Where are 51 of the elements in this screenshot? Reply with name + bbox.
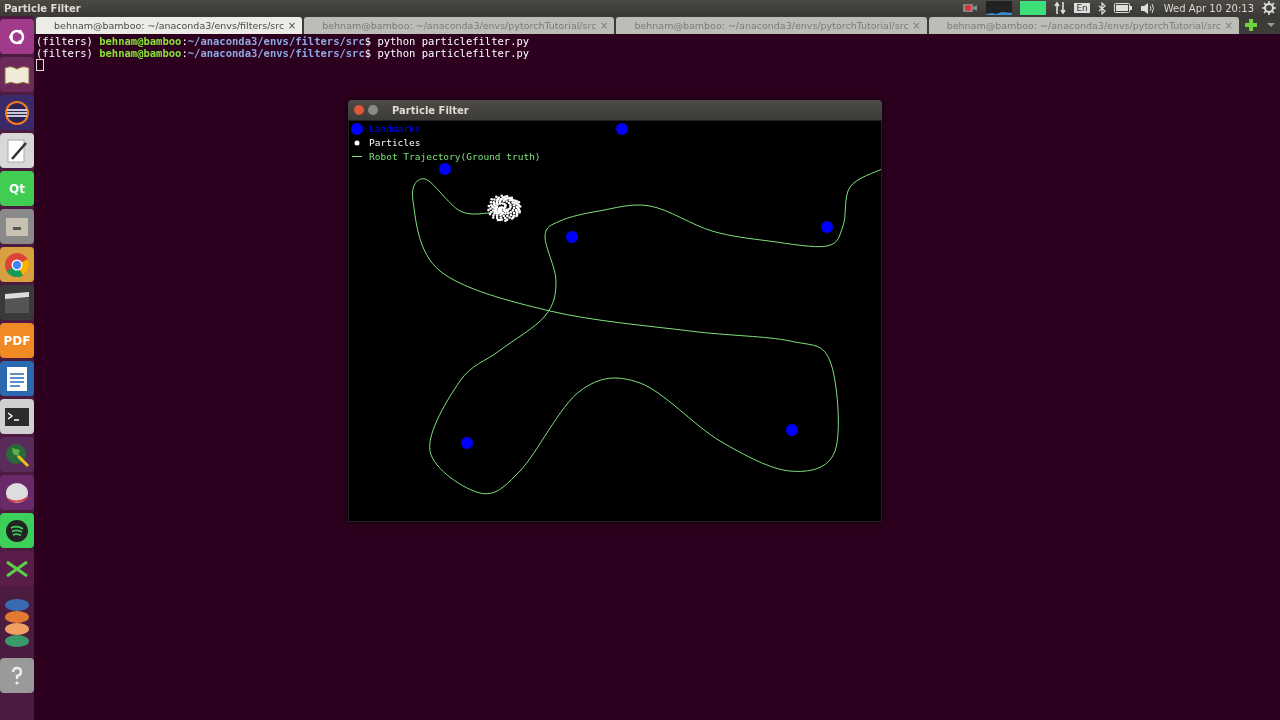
legend-label: Particles bbox=[369, 137, 421, 148]
window-title: Particle Filter bbox=[4, 2, 81, 14]
cpu-monitor-icon[interactable] bbox=[986, 1, 1013, 15]
text-cursor bbox=[36, 59, 44, 71]
terminal-line: (filters) behnam@bamboo:~/anaconda3/envs/filters/src$ python particlefilter.py bbox=[36, 36, 531, 48]
close-tab-button[interactable]: × bbox=[287, 20, 297, 31]
app-launcher-icon[interactable] bbox=[0, 513, 34, 548]
landmark-dot bbox=[821, 221, 833, 233]
app-launcher-icon[interactable] bbox=[0, 57, 34, 92]
network-icon[interactable] bbox=[1054, 1, 1067, 15]
memory-monitor-icon[interactable] bbox=[1020, 1, 1047, 15]
app-launcher-icon[interactable] bbox=[0, 475, 34, 510]
camera-icon[interactable] bbox=[962, 2, 979, 14]
bluetooth-icon[interactable] bbox=[1097, 1, 1106, 15]
legend-label: Robot Trajectory(Ground truth) bbox=[369, 151, 541, 162]
app-launcher-icon[interactable] bbox=[0, 551, 34, 586]
particle-cloud bbox=[487, 194, 522, 222]
landmark-dot bbox=[616, 123, 628, 135]
terminal-tab[interactable]: behnam@bamboo: ~/anaconda3/envs/pytorchTutorial/src × bbox=[616, 17, 927, 34]
app-launcher-icon[interactable] bbox=[0, 133, 34, 168]
window-title: Particle Filter bbox=[392, 104, 469, 116]
terminal-line: (filters) behnam@bamboo:~/anaconda3/envs/filters/src$ python particlefilter.py bbox=[36, 47, 531, 59]
clock[interactable]: Wed Apr 10 20:13 bbox=[1163, 2, 1254, 14]
help-launcher-icon[interactable] bbox=[0, 658, 34, 693]
legend-label: Landmarks bbox=[369, 123, 421, 134]
terminal-tab[interactable]: behnam@bamboo: ~/anaconda3/envs/pytorchTutorial/src × bbox=[304, 17, 615, 34]
volume-icon[interactable] bbox=[1139, 1, 1156, 15]
app-launcher-icon[interactable] bbox=[0, 437, 34, 472]
terminal-tab[interactable]: behnam@bamboo: ~/anaconda3/envs/filters/src × bbox=[36, 17, 303, 34]
landmark-dot bbox=[439, 163, 451, 175]
landmark-dot bbox=[786, 424, 798, 436]
terminal-tab[interactable]: behnam@bamboo: ~/anaconda3/envs/pytorchTutorial/src × bbox=[928, 17, 1239, 34]
keyboard-layout-indicator[interactable]: En bbox=[1074, 3, 1090, 13]
new-tab-icon[interactable] bbox=[1243, 18, 1258, 32]
app-launcher-icon[interactable]: PDF bbox=[0, 323, 34, 358]
app-launcher-icon[interactable] bbox=[0, 95, 34, 130]
close-tab-button[interactable]: × bbox=[912, 20, 921, 31]
app-launcher-icon[interactable] bbox=[0, 399, 34, 434]
app-launcher-icon[interactable]: Qt bbox=[0, 171, 34, 206]
close-tab-button[interactable]: × bbox=[1224, 20, 1233, 31]
battery-icon[interactable] bbox=[1113, 3, 1132, 13]
app-launcher-icon[interactable] bbox=[0, 285, 34, 320]
close-tab-button[interactable]: × bbox=[600, 20, 609, 31]
app-launcher-icon[interactable] bbox=[0, 19, 34, 54]
dropdown-caret-icon[interactable] bbox=[1265, 21, 1276, 29]
settings-icon[interactable] bbox=[1262, 1, 1276, 15]
landmark-dot bbox=[461, 437, 473, 449]
app-launcher-icon[interactable] bbox=[0, 361, 34, 396]
close-button[interactable] bbox=[354, 105, 364, 115]
landmark-dot bbox=[566, 231, 578, 243]
minimize-button[interactable] bbox=[368, 105, 378, 115]
